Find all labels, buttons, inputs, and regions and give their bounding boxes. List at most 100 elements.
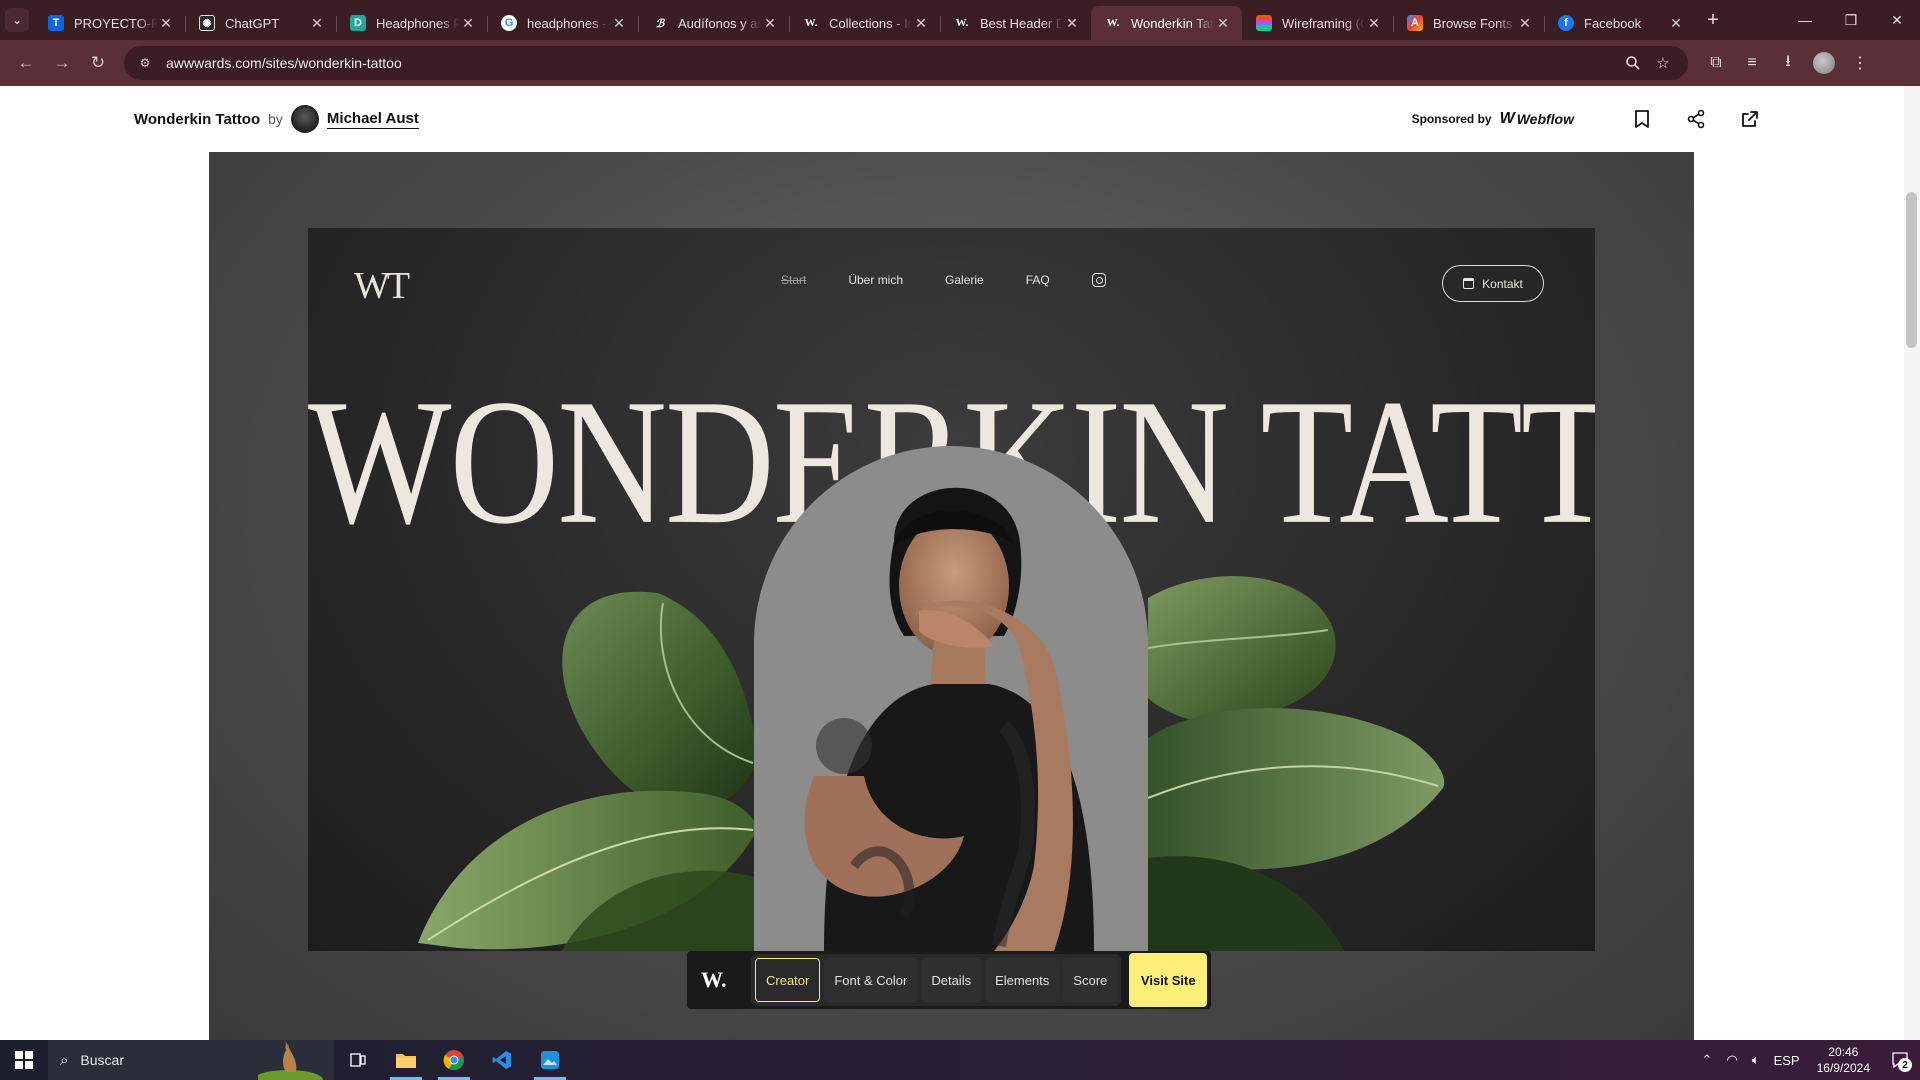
site-preview: WT Start Über mich Galerie FAQ Kontakt W… xyxy=(209,152,1694,1040)
bose-icon: ℬ xyxy=(655,17,665,30)
tab-title: Collections - In xyxy=(829,15,912,31)
tab-title: Facebook xyxy=(1584,15,1642,31)
tab[interactable]: ✺ ChatGPT ✕ xyxy=(185,6,336,40)
close-icon[interactable]: ✕ xyxy=(1516,15,1534,32)
address-bar[interactable]: ⚙ awwwards.com/sites/wonderkin-tattoo ☆ xyxy=(124,46,1688,80)
network-icon[interactable]: ◠ xyxy=(1719,1052,1744,1068)
close-icon[interactable]: ✕ xyxy=(157,15,175,32)
leaves-right-illustration xyxy=(1148,576,1445,951)
tab-font-color[interactable]: Font & Color xyxy=(824,958,918,1002)
site-info-icon[interactable]: ⚙ xyxy=(134,52,156,74)
portrait-arch xyxy=(754,446,1148,951)
sponsor-logo[interactable]: W Webflow xyxy=(1500,110,1574,128)
visit-site-button[interactable]: Visit Site xyxy=(1129,953,1208,1007)
close-icon[interactable]: ✕ xyxy=(610,15,628,32)
external-link-button[interactable] xyxy=(1730,99,1770,139)
task-view-icon xyxy=(350,1053,366,1067)
awwwards-icon: W. xyxy=(955,17,969,29)
share-button[interactable] xyxy=(1676,99,1716,139)
bookmark-button[interactable] xyxy=(1622,99,1662,139)
google-icon: G xyxy=(501,15,517,31)
tab-bar: ⌄ T PROYECTO-PO ✕ ✺ ChatGPT ✕ D Headphon… xyxy=(0,0,1920,40)
instagram-icon xyxy=(1091,273,1106,287)
zoom-icon[interactable] xyxy=(1618,48,1648,78)
tab-creator[interactable]: Creator xyxy=(755,958,821,1002)
volume-icon[interactable]: 🔈︎ xyxy=(1745,1052,1767,1068)
reload-button[interactable]: ↻ xyxy=(80,45,116,81)
nav-faq: FAQ xyxy=(1025,273,1050,287)
tab-strip: T PROYECTO-PO ✕ ✺ ChatGPT ✕ D Headphones… xyxy=(34,0,1695,40)
close-icon[interactable]: ✕ xyxy=(1365,15,1383,32)
download-icon[interactable]: ⭳ xyxy=(1770,45,1806,81)
extensions-icon[interactable]: ⧉ xyxy=(1698,45,1734,81)
tab-search-button[interactable]: ⌄ xyxy=(0,0,34,40)
tab[interactable]: G headphones - ✕ xyxy=(487,6,638,40)
bookmark-star-icon[interactable]: ☆ xyxy=(1648,48,1678,78)
tab-elements[interactable]: Elements xyxy=(985,958,1060,1002)
restore-button[interactable]: ❐ xyxy=(1828,0,1874,40)
url-text[interactable]: awwwards.com/sites/wonderkin-tattoo xyxy=(166,55,1618,71)
task-view-button[interactable] xyxy=(334,1040,382,1080)
tab-details[interactable]: Details xyxy=(921,958,982,1002)
new-tab-button[interactable]: + xyxy=(1695,0,1731,40)
kangaroo-illustration xyxy=(258,1041,323,1080)
site-detail-header: Wonderkin Tattoo by Michael Aust Sponsor… xyxy=(0,86,1904,152)
forward-button[interactable]: → xyxy=(44,45,80,81)
tab-title: PROYECTO-PO xyxy=(74,15,157,31)
profile-avatar[interactable] xyxy=(1806,45,1842,81)
tab[interactable]: ℬ Audífonos y au ✕ xyxy=(638,6,789,40)
photos-app[interactable] xyxy=(526,1040,574,1080)
start-button[interactable] xyxy=(0,1040,48,1080)
close-icon[interactable]: ✕ xyxy=(1214,15,1232,32)
media-control-icon[interactable]: ≡ xyxy=(1734,45,1770,81)
system-tray: ⌃ ◠ 🔈︎ ESP 20:46 16/9/2024 2 xyxy=(1695,1040,1920,1080)
browser-toolbar: ← → ↻ ⚙ awwwards.com/sites/wonderkin-tat… xyxy=(0,40,1920,86)
tab[interactable]: W. Collections - In ✕ xyxy=(789,6,940,40)
awwwards-logo[interactable]: W. xyxy=(701,967,747,993)
author-avatar[interactable] xyxy=(290,105,319,133)
windows-taskbar: ⌕ Buscar ⌃ ◠ 🔈︎ ESP 20:46 16/9/2024 2 xyxy=(0,1040,1920,1080)
chevron-up-icon[interactable]: ⌃ xyxy=(1695,1052,1720,1068)
minimize-button[interactable]: — xyxy=(1782,0,1828,40)
search-placeholder: Buscar xyxy=(80,1052,124,1068)
file-explorer-app[interactable] xyxy=(382,1040,430,1080)
tab[interactable]: A Browse Fonts - ✕ xyxy=(1393,6,1544,40)
author-link[interactable]: Michael Aust xyxy=(326,110,419,129)
chevron-down-icon: ⌄ xyxy=(5,8,29,32)
sponsored-label: Sponsored by xyxy=(1411,112,1492,126)
notification-center-button[interactable]: 2 xyxy=(1880,1040,1920,1080)
vscode-app[interactable] xyxy=(478,1040,526,1080)
menu-kebab-icon[interactable]: ⋮ xyxy=(1842,45,1878,81)
header-actions: Sponsored by W Webflow xyxy=(1412,99,1770,139)
external-link-icon xyxy=(1742,111,1758,127)
tab[interactable]: W. Best Header De ✕ xyxy=(940,6,1091,40)
tab-title: Wonderkin Tatt xyxy=(1131,15,1214,31)
tab[interactable]: Wireframing (C ✕ xyxy=(1242,6,1393,40)
close-icon[interactable]: ✕ xyxy=(1063,15,1081,32)
clock[interactable]: 20:46 16/9/2024 xyxy=(1807,1044,1880,1076)
close-icon[interactable]: ✕ xyxy=(761,15,779,32)
tab[interactable]: f Facebook ✕ xyxy=(1544,6,1695,40)
site-detail-toolbar: W. Creator Font & Color Details Elements… xyxy=(687,951,1212,1009)
tab[interactable]: D Headphones P ✕ xyxy=(336,6,487,40)
site-screenshot[interactable]: WT Start Über mich Galerie FAQ Kontakt W… xyxy=(308,228,1595,951)
close-icon[interactable]: ✕ xyxy=(459,15,477,32)
close-icon[interactable]: ✕ xyxy=(912,15,930,32)
language-indicator[interactable]: ESP xyxy=(1767,1053,1807,1068)
share-icon xyxy=(1687,109,1705,129)
back-button[interactable]: ← xyxy=(8,45,44,81)
facebook-icon: f xyxy=(1558,15,1574,31)
chrome-app[interactable] xyxy=(430,1040,478,1080)
tab-score[interactable]: Score xyxy=(1063,958,1118,1002)
tab-active[interactable]: W. Wonderkin Tatt ✕ xyxy=(1091,6,1242,40)
by-label: by xyxy=(268,111,283,127)
figma-icon xyxy=(1256,15,1272,31)
close-icon[interactable]: ✕ xyxy=(308,15,326,32)
taskbar-search[interactable]: ⌕ Buscar xyxy=(48,1040,334,1080)
close-icon[interactable]: ✕ xyxy=(1667,15,1685,32)
scrollbar-thumb[interactable] xyxy=(1906,192,1917,348)
tab[interactable]: T PROYECTO-PO ✕ xyxy=(34,6,185,40)
tab-title: ChatGPT xyxy=(225,15,280,31)
tab-title: Browse Fonts - xyxy=(1433,15,1516,31)
close-window-button[interactable]: ✕ xyxy=(1874,0,1920,40)
